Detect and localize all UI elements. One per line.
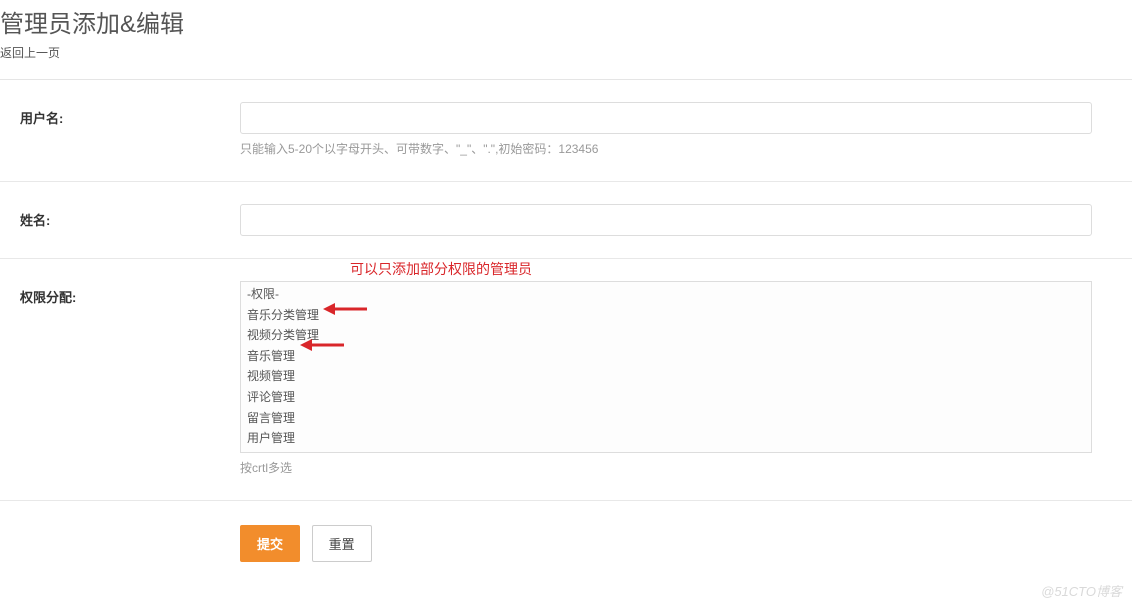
username-label: 用户名: bbox=[0, 102, 240, 127]
permission-help-text: 按crtl多选 bbox=[240, 459, 1092, 478]
permission-option[interactable]: 管理员管理 bbox=[241, 449, 1091, 453]
permission-annotation: 可以只添加部分权限的管理员 bbox=[350, 259, 532, 279]
permission-option[interactable]: -权限- bbox=[241, 284, 1091, 305]
permission-option[interactable]: 视频分类管理 bbox=[241, 325, 1091, 346]
realname-label: 姓名: bbox=[0, 204, 240, 229]
username-help-text: 只能输入5-20个以字母开头、可带数字、"_"、".",初始密码：123456 bbox=[240, 140, 1092, 159]
username-row: 用户名: 只能输入5-20个以字母开头、可带数字、"_"、".",初始密码：12… bbox=[0, 80, 1132, 182]
back-link[interactable]: 返回上一页 bbox=[0, 44, 60, 63]
action-row: 提交 重置 bbox=[0, 501, 1132, 586]
admin-form: 用户名: 只能输入5-20个以字母开头、可带数字、"_"、".",初始密码：12… bbox=[0, 79, 1132, 586]
permission-option[interactable]: 评论管理 bbox=[241, 387, 1091, 408]
permission-label: 权限分配: bbox=[0, 281, 240, 306]
permission-option[interactable]: 视频管理 bbox=[241, 366, 1091, 387]
page-title: 管理员添加&编辑 bbox=[0, 8, 1132, 42]
reset-button[interactable]: 重置 bbox=[312, 525, 372, 562]
permission-option[interactable]: 音乐分类管理 bbox=[241, 305, 1091, 326]
submit-button[interactable]: 提交 bbox=[240, 525, 300, 562]
username-input[interactable] bbox=[240, 102, 1092, 134]
permission-option[interactable]: 用户管理 bbox=[241, 428, 1091, 449]
permission-row: 权限分配: 可以只添加部分权限的管理员 -权限-音乐分类管理视频分类管理音乐管理… bbox=[0, 259, 1132, 501]
realname-row: 姓名: bbox=[0, 182, 1132, 259]
permission-option[interactable]: 音乐管理 bbox=[241, 346, 1091, 367]
permission-select[interactable]: -权限-音乐分类管理视频分类管理音乐管理视频管理评论管理留言管理用户管理管理员管… bbox=[240, 281, 1092, 453]
permission-option[interactable]: 留言管理 bbox=[241, 408, 1091, 429]
watermark: @51CTO博客 bbox=[1041, 581, 1122, 600]
realname-input[interactable] bbox=[240, 204, 1092, 236]
